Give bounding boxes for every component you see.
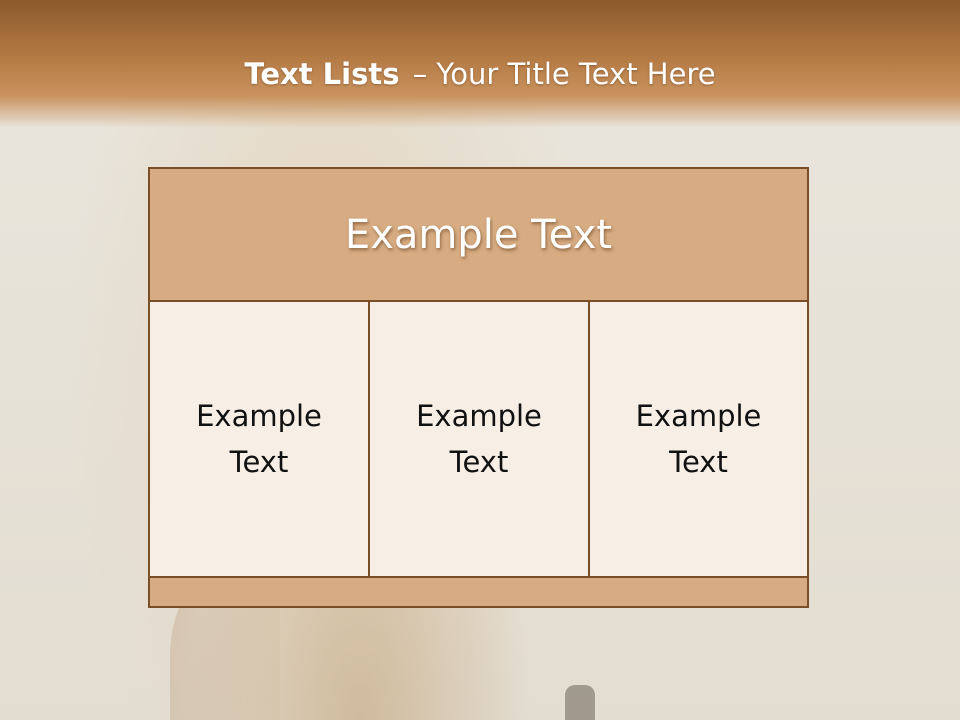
diagram-cell-2-text: Example Text — [394, 393, 564, 485]
diagram-cell-1-line2: Text — [229, 445, 289, 479]
diagram-cell-3-line2: Text — [669, 445, 728, 479]
slide-title: Text Lists – Your Title Text Here — [0, 54, 960, 94]
diagram-header-box: Example Text — [148, 167, 809, 302]
diagram-footer-bar — [148, 576, 809, 608]
diagram-cell-2: Example Text — [368, 300, 590, 578]
diagram-cell-1-line1: Example — [196, 399, 322, 433]
slide-title-bold: Text Lists — [244, 57, 400, 91]
diagram-header-text: Example Text — [344, 211, 613, 258]
diagram-cell-3-text: Example Text — [614, 393, 784, 485]
background-dark-shape — [565, 685, 595, 720]
diagram-cell-3: Example Text — [588, 300, 809, 578]
diagram-cell-2-line2: Text — [449, 445, 509, 479]
diagram-cell-2-line1: Example — [416, 399, 542, 433]
diagram-cell-3-line1: Example — [635, 399, 762, 433]
text-list-diagram: Example Text Example Text Example Text E… — [148, 167, 809, 608]
diagram-cells: Example Text Example Text Example Text — [148, 300, 809, 578]
slide-title-rest: – Your Title Text Here — [412, 57, 716, 91]
diagram-cell-1: Example Text — [148, 300, 370, 578]
diagram-cell-1-text: Example Text — [174, 393, 344, 485]
